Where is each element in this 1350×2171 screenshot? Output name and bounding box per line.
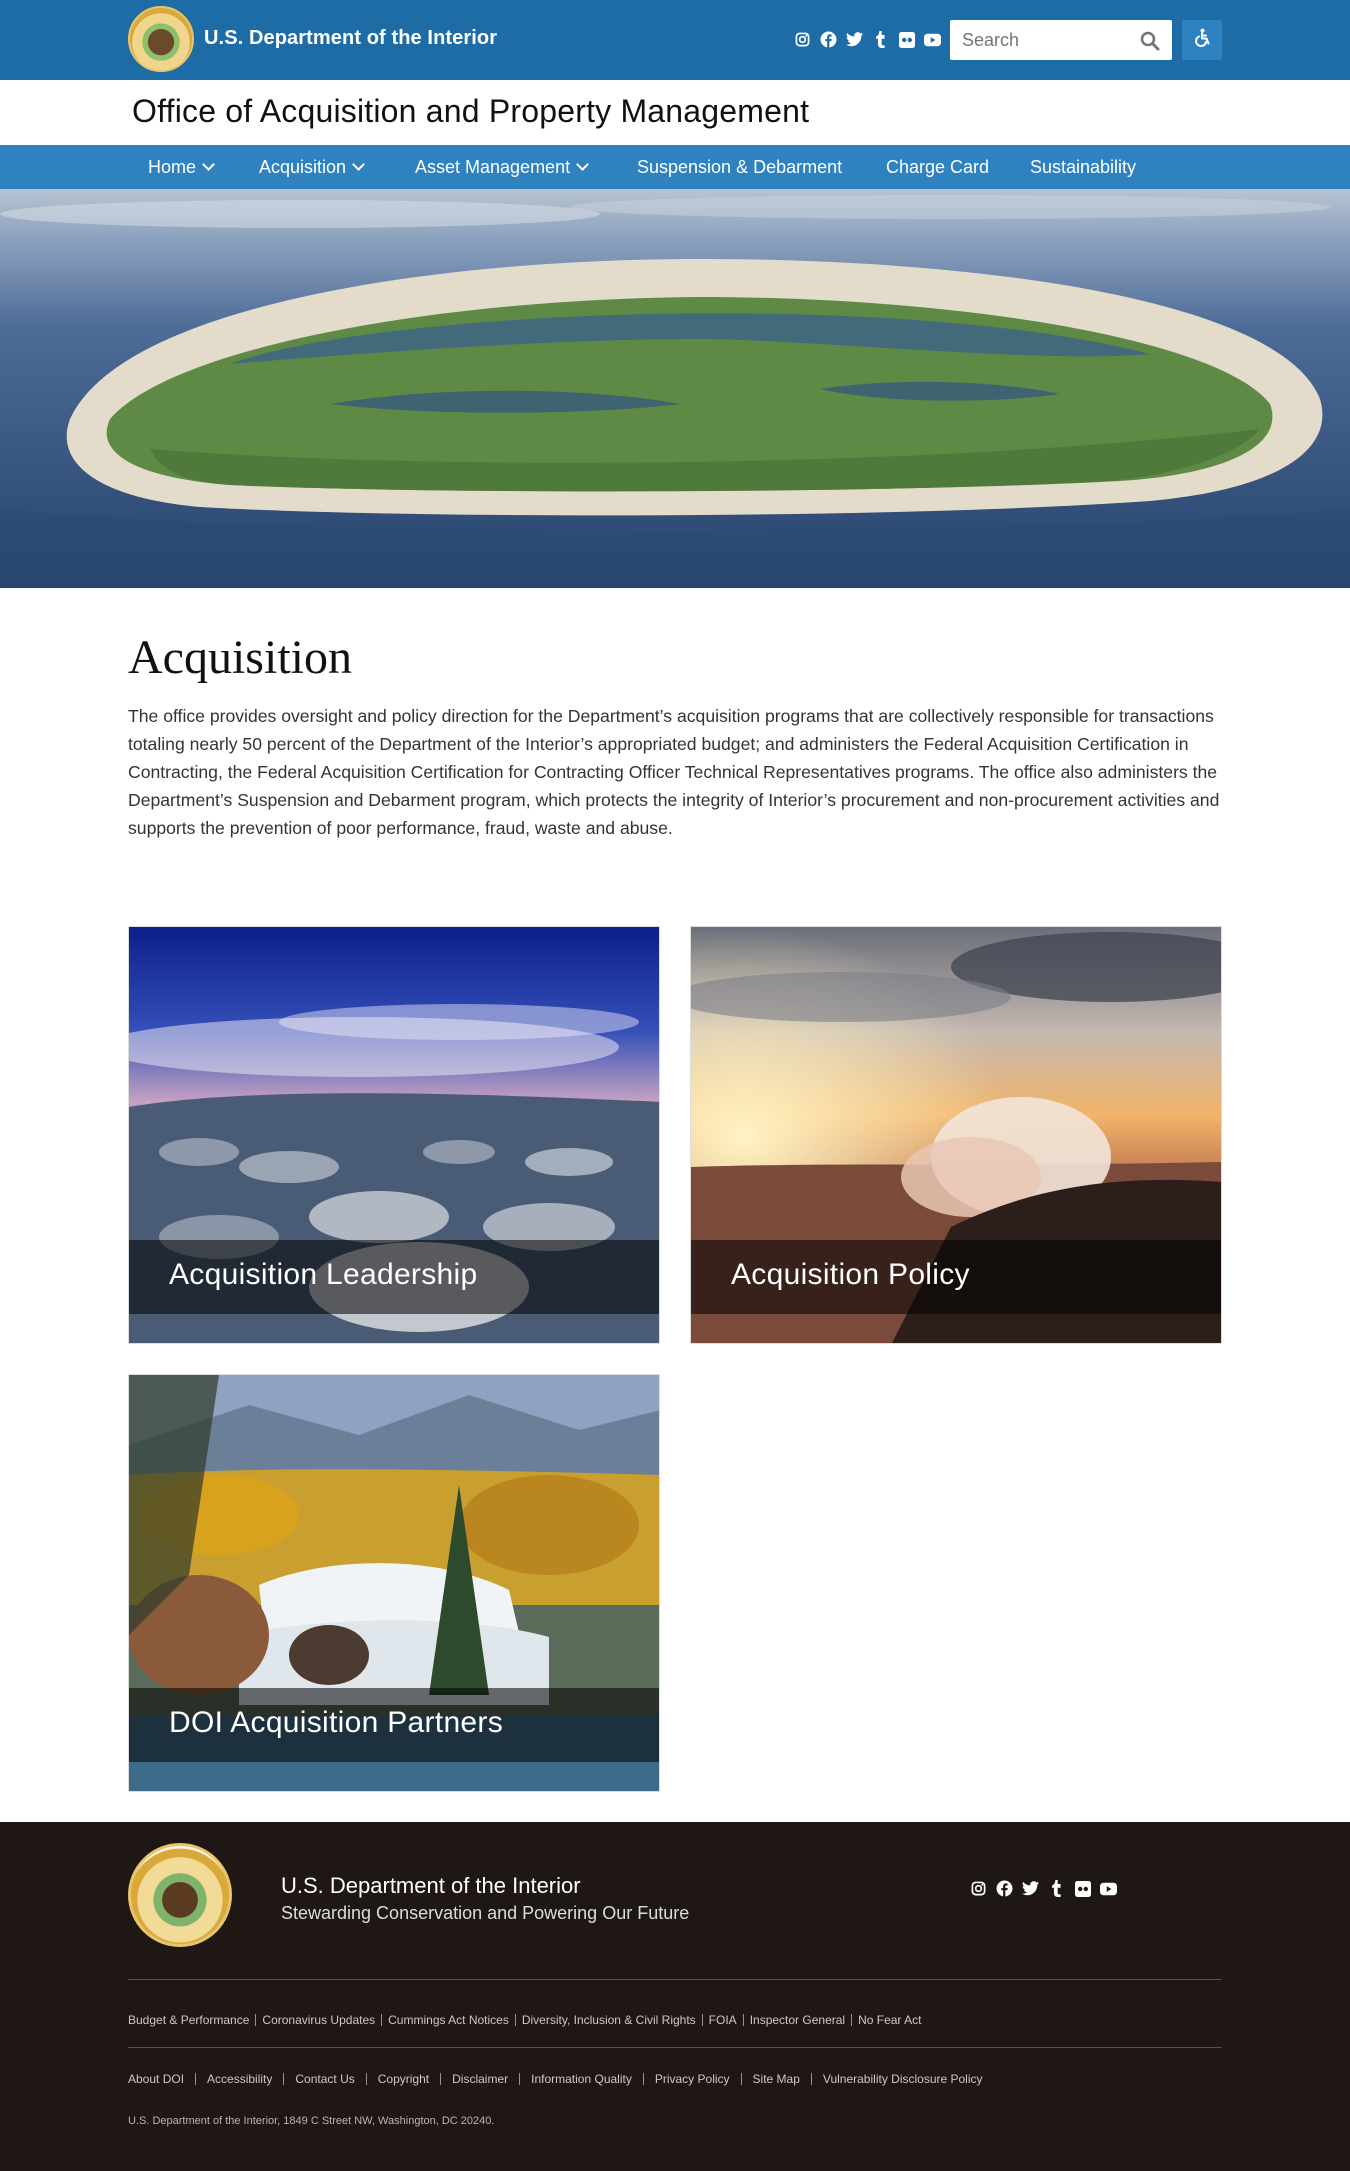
hero-image	[0, 189, 1350, 588]
link-separator	[642, 2073, 644, 2085]
link-separator	[283, 2073, 285, 2085]
facebook-icon[interactable]	[820, 31, 837, 48]
link-separator	[255, 2014, 257, 2026]
facebook-icon[interactable]	[996, 1880, 1013, 1897]
footer-link-disclaimer[interactable]: Disclaimer	[452, 2072, 508, 2086]
nav-item-label: Home	[148, 157, 197, 177]
footer-link-about-doi[interactable]: About DOI	[128, 2072, 184, 2086]
nav-item-label: Charge Card	[886, 157, 990, 177]
footer-link-copyright[interactable]: Copyright	[378, 2072, 429, 2086]
footer-address: U.S. Department of the Interior, 1849 C …	[128, 2115, 495, 2127]
link-separator	[381, 2014, 383, 2026]
nav-item-sustainability[interactable]: Sustainability	[1030, 145, 1136, 189]
youtube-icon[interactable]	[1100, 1880, 1117, 1897]
page-title: Acquisition	[128, 631, 352, 684]
footer-link-site-map[interactable]: Site Map	[753, 2072, 800, 2086]
link-separator	[519, 2073, 521, 2085]
agency-title[interactable]: U.S. Department of the Interior	[204, 27, 497, 50]
link-separator	[851, 2014, 853, 2026]
footer-divider	[128, 1979, 1222, 1980]
link-separator	[810, 2073, 812, 2085]
footer-link-inspector-general[interactable]: Inspector General	[750, 2013, 845, 2027]
nav-item-home[interactable]: Home	[148, 145, 215, 189]
accessibility-button[interactable]	[1182, 20, 1222, 60]
chevron-down-icon	[202, 158, 215, 171]
doi-seal-logo[interactable]	[128, 6, 194, 72]
nav-item-charge-card[interactable]: Charge Card	[886, 145, 989, 189]
footer-link-accessibility[interactable]: Accessibility	[207, 2072, 272, 2086]
card-doi-acquisition-partners[interactable]: DOI Acquisition Partners	[128, 1374, 660, 1792]
search-form	[950, 20, 1172, 60]
nav-item-acquisition[interactable]: Acquisition	[259, 145, 365, 189]
office-title[interactable]: Office of Acquisition and Property Manag…	[132, 93, 809, 130]
twitter-icon[interactable]	[1022, 1880, 1039, 1897]
footer-link-coronavirus-updates[interactable]: Coronavirus Updates	[262, 2013, 375, 2027]
footer-link-budget-performance[interactable]: Budget & Performance	[128, 2013, 249, 2027]
nav-item-asset-management[interactable]: Asset Management	[415, 145, 589, 189]
footer-links-secondary: About DOI Accessibility Contact Us Copyr…	[128, 2072, 983, 2086]
footer-link-no-fear-act[interactable]: No Fear Act	[858, 2013, 921, 2027]
twitter-icon[interactable]	[846, 31, 863, 48]
link-separator	[440, 2073, 442, 2085]
nav-item-label: Sustainability	[1030, 157, 1137, 177]
nav-item-suspension-debarment[interactable]: Suspension & Debarment	[637, 145, 842, 189]
nav-item-label: Acquisition	[259, 157, 347, 177]
card-label: Acquisition Policy	[731, 1258, 970, 1291]
instagram-icon[interactable]	[970, 1880, 987, 1897]
footer-link-cummings-act-notices[interactable]: Cummings Act Notices	[388, 2013, 509, 2027]
flickr-icon[interactable]	[1074, 1880, 1091, 1897]
social-links-footer	[970, 1880, 1117, 1897]
link-separator	[365, 2073, 367, 2085]
link-separator	[514, 2014, 516, 2026]
card-label: Acquisition Leadership	[169, 1258, 478, 1291]
link-separator	[740, 2073, 742, 2085]
tumblr-icon[interactable]	[1048, 1880, 1065, 1897]
main-navigation: Home Acquisition Asset Management Suspen…	[0, 145, 1350, 189]
link-separator	[195, 2073, 197, 2085]
flickr-icon[interactable]	[898, 31, 915, 48]
footer-tagline: Stewarding Conservation and Powering Our…	[281, 1903, 690, 1923]
chevron-down-icon	[576, 158, 589, 171]
search-icon[interactable]	[1137, 28, 1163, 54]
link-separator	[701, 2014, 703, 2026]
link-separator	[742, 2014, 744, 2026]
card-acquisition-leadership[interactable]: Acquisition Leadership	[128, 926, 660, 1344]
footer-link-information-quality[interactable]: Information Quality	[531, 2072, 632, 2086]
footer-org-name: U.S. Department of the Interior	[281, 1873, 581, 1898]
footer-link-foia[interactable]: FOIA	[709, 2013, 737, 2027]
nav-item-label: Asset Management	[415, 157, 571, 177]
wheelchair-icon	[1192, 28, 1212, 53]
tumblr-icon[interactable]	[872, 31, 889, 48]
card-label: DOI Acquisition Partners	[169, 1706, 504, 1739]
search-input[interactable]	[950, 20, 1135, 60]
footer-link-contact-us[interactable]: Contact Us	[295, 2072, 354, 2086]
card-acquisition-policy[interactable]: Acquisition Policy	[690, 926, 1222, 1344]
instagram-icon[interactable]	[794, 31, 811, 48]
social-links-header	[794, 31, 941, 48]
footer-link-privacy-policy[interactable]: Privacy Policy	[655, 2072, 730, 2086]
footer-divider	[128, 2047, 1222, 2048]
footer-link-vulnerability-disclosure[interactable]: Vulnerability Disclosure Policy	[823, 2072, 983, 2086]
footer-link-diversity-inclusion[interactable]: Diversity, Inclusion & Civil Rights	[522, 2013, 696, 2027]
youtube-icon[interactable]	[924, 31, 941, 48]
doi-seal-footer-logo[interactable]	[128, 1843, 232, 1947]
nav-item-label: Suspension & Debarment	[637, 157, 843, 177]
footer-links-primary: Budget & Performance Coronavirus Updates…	[128, 2013, 921, 2027]
chevron-down-icon	[352, 158, 365, 171]
intro-paragraph: The office provides oversight and policy…	[128, 706, 1220, 838]
